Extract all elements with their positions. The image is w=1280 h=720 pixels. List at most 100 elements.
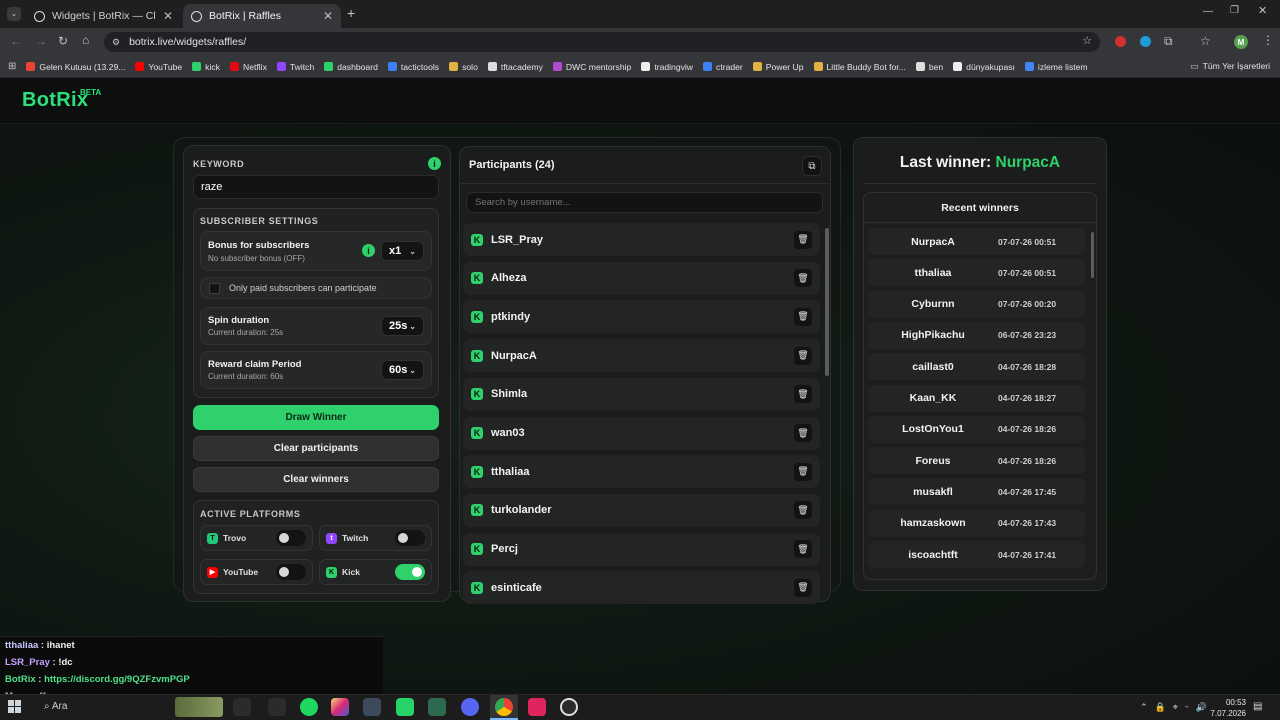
- taskbar-clock[interactable]: 00:53 7.07.2026: [1206, 697, 1246, 719]
- close-icon[interactable]: ✕: [163, 9, 173, 23]
- platform-twitch: t Twitch: [319, 525, 432, 551]
- back-icon[interactable]: ←: [10, 35, 22, 47]
- tray-icons[interactable]: ⌃🔒⌖⌁🔊: [1140, 702, 1214, 713]
- trash-icon[interactable]: 🗑: [794, 385, 812, 404]
- bookmark-item[interactable]: solo: [449, 62, 478, 72]
- bookmark-item[interactable]: Gelen Kutusu (13.29...: [26, 62, 125, 72]
- bookmark-item[interactable]: Netflix: [229, 62, 267, 72]
- reload-icon[interactable]: ↻: [58, 35, 68, 47]
- bookmark-label: YouTube: [148, 61, 183, 72]
- keyword-input[interactable]: raze: [193, 175, 439, 199]
- taskbar-search[interactable]: ⌕ Ara: [44, 701, 67, 712]
- kick-toggle[interactable]: [395, 564, 425, 580]
- trash-icon[interactable]: 🗑: [794, 462, 812, 481]
- bookmark-item[interactable]: Power Up: [752, 62, 804, 72]
- copy-icon[interactable]: ⧉: [802, 156, 822, 176]
- bookmark-item[interactable]: YouTube: [135, 62, 182, 72]
- bookmark-item[interactable]: DWC mentorship: [552, 62, 631, 72]
- apps-grid-icon[interactable]: ⊞: [8, 61, 16, 72]
- trash-icon[interactable]: 🗑: [794, 269, 812, 288]
- participant-name: turkolander: [491, 504, 552, 517]
- address-bar[interactable]: ⚙ botrix.live/widgets/raffles/ ☆: [104, 32, 1100, 52]
- taskview-icon[interactable]: [233, 698, 251, 716]
- menu-icon[interactable]: ⋮: [1262, 34, 1274, 46]
- app-icon[interactable]: [268, 698, 286, 716]
- bookmark-item[interactable]: Little Buddy Bot for...: [813, 62, 906, 72]
- chat-separator: :: [38, 640, 47, 651]
- botrix-logo[interactable]: BotRix: [22, 89, 88, 112]
- forward-icon[interactable]: →: [35, 35, 47, 47]
- info-icon[interactable]: i: [428, 157, 441, 170]
- app-icon[interactable]: [560, 698, 578, 716]
- trash-icon[interactable]: 🗑: [794, 424, 812, 442]
- app-icon[interactable]: [528, 698, 546, 716]
- bonus-select[interactable]: x1 ⌄: [381, 241, 424, 261]
- draw-winner-button[interactable]: Draw Winner: [193, 405, 439, 430]
- site-info-icon[interactable]: ⚙: [112, 37, 120, 47]
- new-tab-icon[interactable]: +: [347, 6, 355, 20]
- whatsapp-icon[interactable]: [396, 698, 414, 716]
- scrollbar-thumb[interactable]: [1091, 232, 1094, 278]
- window-close-icon[interactable]: ✕: [1258, 6, 1267, 17]
- participant-search-input[interactable]: [466, 192, 823, 213]
- twitch-toggle[interactable]: [395, 530, 425, 546]
- bookmark-item[interactable]: Twitch: [276, 62, 314, 72]
- extensions-icon[interactable]: ⧉: [1164, 35, 1173, 47]
- clear-winners-button[interactable]: Clear winners: [193, 467, 439, 492]
- tab-widgets[interactable]: Widgets | BotRix — Cloud Strea ✕: [26, 4, 181, 28]
- home-icon[interactable]: ⌂: [82, 34, 89, 46]
- extension-icon[interactable]: [1115, 36, 1126, 47]
- last-winner-name: NurpacA: [995, 154, 1061, 171]
- windows-start-icon[interactable]: [8, 700, 21, 713]
- app-icon[interactable]: [363, 698, 381, 716]
- all-bookmarks[interactable]: ▭ Tüm Yer İşaretleri: [1190, 61, 1270, 71]
- clear-participants-button[interactable]: Clear participants: [193, 436, 439, 461]
- bookmark-item[interactable]: ben: [915, 62, 943, 72]
- sidebar-icon[interactable]: ☆: [1200, 35, 1211, 47]
- extension-icon[interactable]: [1140, 36, 1151, 47]
- kick-icon: K: [471, 427, 483, 439]
- info-icon[interactable]: i: [362, 244, 375, 257]
- trovo-toggle[interactable]: [276, 530, 306, 546]
- bookmark-item[interactable]: ctrader: [703, 62, 743, 72]
- bookmark-item[interactable]: tactictools: [387, 62, 439, 72]
- trash-icon[interactable]: 🗑: [794, 578, 812, 597]
- trash-icon[interactable]: 🗑: [794, 230, 812, 249]
- bookmark-item[interactable]: tftacademy: [487, 62, 543, 72]
- spin-duration-select[interactable]: 25s ⌄: [381, 316, 424, 336]
- bookmark-item[interactable]: kick: [192, 62, 220, 72]
- restore-icon[interactable]: ❐: [1230, 6, 1239, 16]
- reward-period-select[interactable]: 60s ⌄: [381, 360, 424, 380]
- discord-icon[interactable]: [461, 698, 479, 716]
- bookmark-star-icon[interactable]: ☆: [1082, 36, 1092, 47]
- taskbar-widget-thumbnail[interactable]: [175, 697, 223, 717]
- profile-avatar[interactable]: M: [1234, 35, 1248, 49]
- bookmark-item[interactable]: dünyakupası: [953, 62, 1015, 72]
- participant-row: K Percj 🗑: [463, 532, 820, 566]
- only-paid-option[interactable]: Only paid subscribers can participate: [200, 277, 432, 299]
- only-paid-checkbox[interactable]: [209, 282, 220, 294]
- instagram-icon[interactable]: [331, 698, 349, 716]
- bonus-value: x1: [389, 245, 402, 257]
- bookmark-item[interactable]: tradingviw: [641, 62, 693, 72]
- chat-username: BotRix: [5, 674, 36, 685]
- kick-icon: K: [471, 388, 483, 401]
- tab-search-icon[interactable]: ⌄: [7, 7, 21, 21]
- spotify-icon[interactable]: [300, 698, 318, 716]
- trash-icon[interactable]: 🗑: [794, 540, 812, 559]
- trash-icon[interactable]: 🗑: [794, 307, 812, 326]
- chrome-taskbar-button[interactable]: [490, 695, 518, 720]
- bookmark-item[interactable]: izleme listem: [1024, 62, 1088, 72]
- winner-row: caillast0 04-07-26 18:28: [868, 353, 1085, 381]
- scrollbar-thumb[interactable]: [825, 228, 829, 376]
- youtube-toggle[interactable]: [276, 564, 306, 580]
- bookmark-item[interactable]: dashboard: [324, 62, 378, 72]
- trash-icon[interactable]: 🗑: [794, 501, 812, 520]
- minimize-icon[interactable]: —: [1203, 7, 1213, 17]
- notification-icon[interactable]: ▤: [1253, 701, 1262, 712]
- close-icon[interactable]: ✕: [323, 9, 333, 23]
- trash-icon[interactable]: 🗑: [794, 346, 812, 365]
- app-icon[interactable]: [428, 698, 446, 716]
- tab-raffles[interactable]: BotRix | Raffles ✕: [183, 4, 341, 28]
- last-winner-heading: Last winner: NurpacA: [853, 154, 1107, 172]
